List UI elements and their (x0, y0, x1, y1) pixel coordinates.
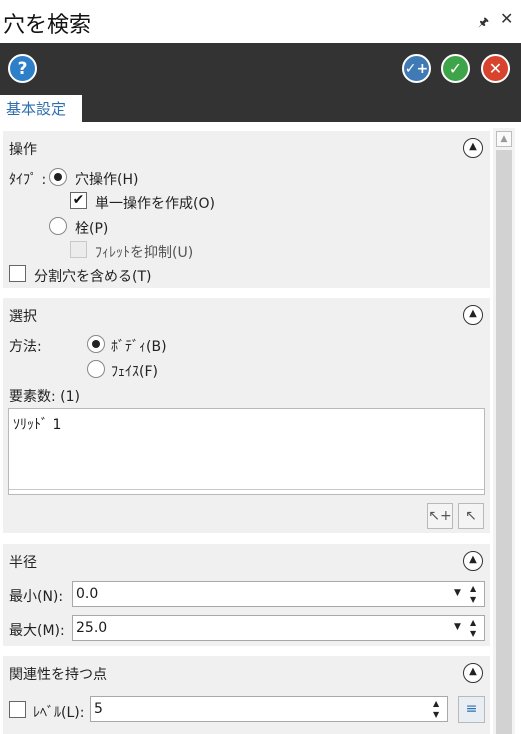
selection-section: 選択 ▲ 方法: ﾎﾞﾃﾞｨ(B) ﾌｪｲｽ(F) 要素数: (1) ｿﾘｯﾄﾞ… (3, 298, 490, 533)
hole-op-label: 穴操作(H) (75, 172, 139, 188)
title-bar: 穴を検索 🖈 ✕ (0, 0, 521, 43)
collapse-icon[interactable]: ▲ (463, 663, 483, 683)
spinner-icon[interactable]: ▲ ▼ (470, 583, 476, 605)
add-selection-icon[interactable]: ↖+ (427, 503, 453, 529)
scroll-up-icon[interactable]: ▲ (496, 131, 512, 147)
list-item[interactable]: ｿﾘｯﾄﾞ 1 (13, 414, 61, 434)
tab-bar: 基本設定 (0, 95, 521, 122)
type-label: ﾀｲﾌﾟ : (9, 172, 47, 188)
collapse-icon[interactable]: ▲ (463, 305, 483, 325)
max-radius-field[interactable]: 25.0 ▼ ▲ ▼ (72, 615, 485, 641)
settings-panel: 操作 ▲ ﾀｲﾌﾟ : 穴操作(H) ✔ 単一操作を作成(O) 栓(P) ﾌｨﾚ… (0, 122, 521, 734)
method-label: 方法: (9, 339, 42, 355)
spinner-icon[interactable]: ▲ ▼ (470, 617, 476, 639)
section-title-relevance: 関連性を持つ点 (9, 667, 107, 683)
dropdown-icon[interactable]: ▼ (454, 622, 461, 632)
face-label: ﾌｪｲｽ(F) (111, 364, 158, 380)
relevance-section: 関連性を持つ点 ▲ ﾚﾍﾞﾙ(L): 5 ▲ ▼ ≡ (3, 656, 490, 734)
level-field[interactable]: 5 ▲ ▼ (90, 696, 448, 722)
window-title: 穴を検索 (3, 13, 92, 38)
hole-op-radio[interactable] (49, 168, 67, 186)
min-radius-value: 0.0 (76, 586, 99, 602)
min-radius-field[interactable]: 0.0 ▼ ▲ ▼ (72, 581, 485, 607)
include-split-checkbox[interactable] (9, 265, 26, 282)
single-op-checkbox[interactable]: ✔ (70, 192, 87, 209)
select-pointer-icon[interactable]: ↖ (458, 503, 484, 529)
max-label: 最大(M): (9, 623, 65, 639)
element-count-label: 要素数: (1) (9, 389, 80, 405)
spinner-icon[interactable]: ▲ ▼ (433, 698, 439, 720)
selection-list[interactable]: ｿﾘｯﾄﾞ 1 (8, 408, 485, 495)
collapse-icon[interactable]: ▲ (463, 138, 483, 158)
add-icon[interactable]: ✓+ (402, 54, 431, 83)
dropdown-icon[interactable]: ▼ (454, 588, 461, 598)
operation-section: 操作 ▲ ﾀｲﾌﾟ : 穴操作(H) ✔ 単一操作を作成(O) 栓(P) ﾌｨﾚ… (3, 131, 490, 288)
level-value: 5 (94, 701, 103, 717)
suppress-fillet-checkbox[interactable] (70, 241, 87, 258)
tab-basic-settings[interactable]: 基本設定 (0, 95, 82, 122)
suppress-fillet-label: ﾌｨﾚｯﾄを抑制(U) (95, 245, 194, 261)
min-label: 最小(N): (9, 589, 64, 605)
scroll-thumb[interactable] (496, 150, 512, 734)
cancel-icon[interactable]: ✕ (481, 54, 510, 83)
radius-section: 半径 ▲ 最小(N): 0.0 ▼ ▲ ▼ 最大(M): 25.0 ▼ ▲ ▼ (3, 544, 490, 646)
body-radio[interactable] (87, 335, 105, 353)
single-op-label: 単一操作を作成(O) (95, 196, 215, 212)
max-radius-value: 25.0 (76, 620, 108, 636)
close-icon[interactable]: ✕ (500, 9, 513, 28)
section-title-radius: 半径 (9, 555, 37, 571)
section-title-operation: 操作 (9, 142, 37, 158)
section-title-selection: 選択 (9, 309, 37, 325)
body-label: ﾎﾞﾃﾞｨ(B) (111, 339, 167, 355)
ok-icon[interactable]: ✓ (441, 54, 470, 83)
face-radio[interactable] (87, 360, 105, 378)
plug-radio[interactable] (49, 217, 67, 235)
help-icon[interactable]: ? (8, 54, 37, 83)
toolbar: ? ✓+ ✓ ✕ (0, 43, 521, 95)
collapse-icon[interactable]: ▲ (463, 551, 483, 571)
level-checkbox[interactable] (9, 701, 26, 718)
layers-icon[interactable]: ≡ (458, 696, 485, 723)
level-label: ﾚﾍﾞﾙ(L): (33, 705, 85, 721)
include-split-label: 分割穴を含める(T) (34, 269, 152, 285)
plug-label: 栓(P) (75, 221, 109, 237)
pin-icon[interactable]: 🖈 (478, 13, 489, 34)
